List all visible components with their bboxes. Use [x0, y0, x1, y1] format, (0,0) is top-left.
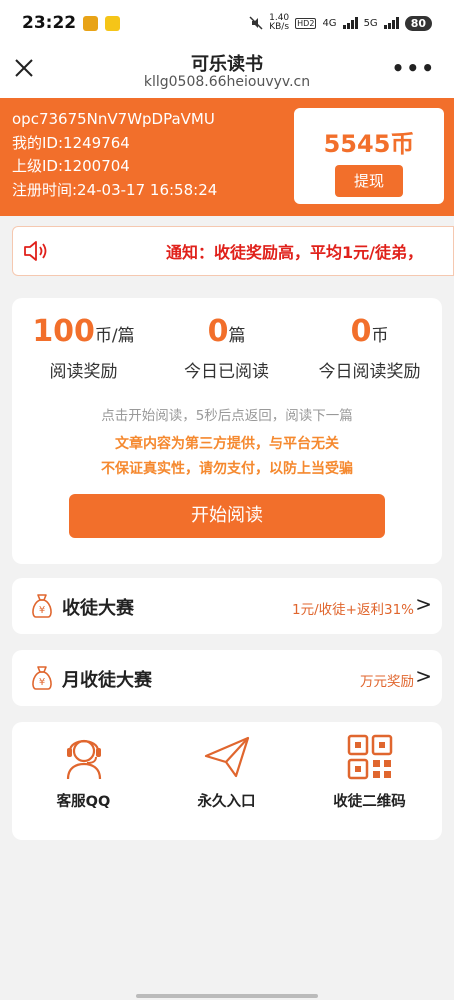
withdraw-button[interactable]: 提现 [335, 165, 403, 197]
reading-card: 100币/篇 阅读奖励 0篇 今日已阅读 0币 今日阅读奖励 点击开始阅读，5秒… [12, 298, 442, 564]
stat-unit: 篇 [228, 326, 246, 346]
more-menu-icon[interactable]: ••• [392, 56, 436, 80]
sim1-label: 4G [322, 17, 337, 29]
app-notification-icon [105, 15, 121, 31]
page-url: kllg0508.66heiouvyv.cn [143, 74, 311, 90]
user-info: opc73675NnV7WpDPaVMU 我的ID:1249764 上级ID:1… [12, 108, 217, 202]
invite-qrcode-button[interactable]: 收徒二维码 [298, 732, 441, 811]
stat-label: 阅读奖励 [49, 362, 118, 382]
app-notification-icon [83, 15, 99, 31]
tools-card: 客服QQ 永久入口 收徒二维码 [12, 722, 442, 840]
coin-balance-card: 5545币 提现 [294, 108, 444, 204]
start-reading-button[interactable]: 开始阅读 [69, 494, 385, 538]
money-bag-icon: ¥ [32, 666, 52, 690]
money-bag-icon: ¥ [32, 594, 52, 618]
home-indicator[interactable] [136, 994, 318, 998]
page-title: 可乐读书 [191, 54, 263, 75]
status-bar: 23:22 1.40 KB/s HD2 4G 5G 80 [0, 0, 454, 46]
stat-label: 今日阅读奖励 [318, 362, 421, 382]
customer-service-button[interactable]: 客服QQ [12, 732, 155, 811]
stat-value: 0 [207, 314, 229, 349]
stat-value: 0 [350, 314, 372, 349]
contest-name: 收徒大赛 [62, 598, 134, 619]
contest-row[interactable]: ¥ 收徒大赛 1元/收徒+返利31% > [12, 578, 442, 634]
disclaimer-line-2: 不保证真实性，请勿支付，以防上当受骗 [101, 461, 353, 477]
contest-desc: 万元奖励 [360, 674, 414, 690]
stat-label: 今日已阅读 [184, 362, 269, 382]
tool-label: 收徒二维码 [333, 794, 406, 810]
paper-plane-icon [204, 736, 249, 778]
svg-text:¥: ¥ [39, 677, 45, 688]
network-speed: 1.40 KB/s [269, 13, 290, 32]
stat-today-reward: 0币 今日阅读奖励 [298, 314, 441, 382]
stat-value: 100 [32, 314, 95, 349]
permanent-entry-button[interactable]: 永久入口 [155, 732, 298, 811]
customer-service-icon [66, 739, 101, 780]
contest-row[interactable]: ¥ 月收徒大赛 万元奖励 > [12, 650, 442, 706]
stat-today-read: 0篇 今日已阅读 [155, 314, 298, 382]
status-time: 23:22 [22, 13, 77, 33]
chevron-right-icon: > [415, 664, 432, 688]
tool-label: 客服QQ [56, 794, 111, 810]
user-id: 我的ID:1249764 [12, 133, 130, 152]
speaker-icon [24, 241, 47, 261]
notice-text: 通知：收徒奖励高，平均1元/徒弟， [166, 243, 423, 262]
svg-text:¥: ¥ [39, 605, 45, 616]
disclaimer-line-1: 文章内容为第三方提供，与平台无关 [115, 436, 339, 452]
register-time: 注册时间:24-03-17 16:58:24 [12, 180, 218, 199]
reading-hint: 点击开始阅读，5秒后点返回，阅读下一篇 [101, 408, 353, 424]
sim2-label: 5G [363, 17, 378, 29]
mute-icon [249, 16, 263, 30]
contest-name: 月收徒大赛 [62, 670, 152, 691]
notice-bar: 通知：收徒奖励高，平均1元/徒弟， [12, 226, 454, 276]
battery-indicator: 80 [404, 15, 432, 31]
signal-icon [383, 17, 399, 29]
user-header: opc73675NnV7WpDPaVMU 我的ID:1249764 上级ID:1… [0, 98, 454, 216]
contest-desc: 1元/收徒+返利31% [292, 602, 414, 618]
qr-code-icon [347, 734, 392, 780]
user-openid: opc73675NnV7WpDPaVMU [12, 110, 215, 128]
nav-bar: 可乐读书 kllg0508.66heiouvyv.cn ••• [0, 46, 454, 98]
tool-label: 永久入口 [197, 794, 256, 810]
hd-tag: HD2 [295, 17, 317, 29]
parent-id: 上级ID:1200704 [12, 157, 130, 175]
coin-balance: 5545币 [323, 130, 415, 158]
stat-unit: 币 [371, 326, 389, 346]
signal-icon [342, 17, 358, 29]
stat-read-reward: 100币/篇 阅读奖励 [12, 314, 155, 382]
chevron-right-icon: > [415, 592, 432, 616]
stat-unit: 币/篇 [94, 326, 135, 346]
